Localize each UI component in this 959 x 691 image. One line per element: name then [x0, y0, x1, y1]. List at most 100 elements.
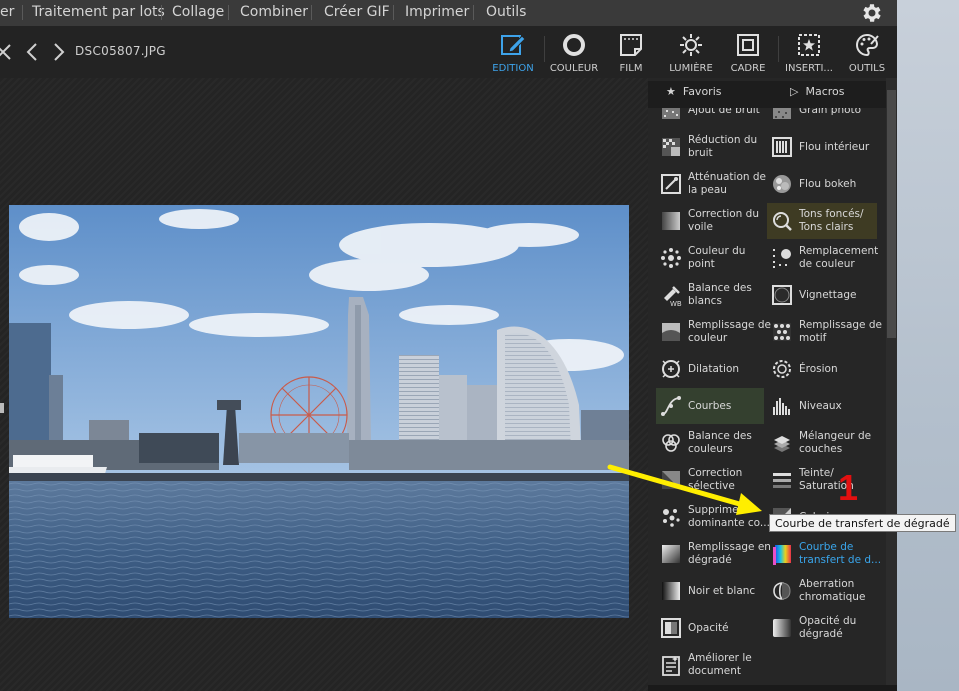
menu-item-print[interactable]: Imprimer: [405, 0, 469, 26]
tab-insertion-label: INSERTI...: [785, 63, 833, 74]
gear-icon[interactable]: [860, 1, 884, 25]
sun-icon: [680, 34, 702, 56]
gradient-opacity-icon: [773, 619, 791, 637]
chevron-right-icon[interactable]: [51, 42, 67, 62]
curves-icon: [661, 396, 681, 416]
effect-label: Mélangeur de couches: [799, 430, 872, 455]
photo-preview: [9, 205, 629, 618]
effect-vignette[interactable]: Vignettage: [767, 277, 877, 313]
effect-channel-mixer[interactable]: Mélangeur de couches: [767, 425, 877, 461]
menu-separator: [393, 5, 394, 20]
effect-dilate[interactable]: Dilatation: [656, 351, 764, 387]
menu-item-combine[interactable]: Combiner: [240, 0, 308, 26]
gradient-fill-icon: [662, 545, 680, 563]
pattern-fill-icon: [773, 323, 791, 341]
menu-item-gif[interactable]: Créer GIF: [324, 0, 390, 26]
menu-item-viewer[interactable]: er: [0, 0, 14, 26]
favorites-label: Favoris: [682, 85, 722, 98]
effect-bokeh[interactable]: Flou bokeh: [767, 166, 877, 202]
canvas-side-handle[interactable]: [0, 403, 4, 413]
effect-label: Balance des couleurs: [688, 430, 752, 455]
effect-color-point[interactable]: Couleur du point: [656, 240, 764, 276]
chevron-left-icon[interactable]: [24, 42, 40, 62]
effect-label: Vignettage: [799, 288, 857, 301]
effect-label: Noir et blanc: [688, 584, 756, 597]
effect-white-balance[interactable]: WB Balance des blancs: [656, 277, 764, 313]
effect-label: Aberration chromatique: [799, 578, 866, 603]
effect-gradient-opacity[interactable]: Opacité du dégradé: [767, 610, 877, 646]
hue-saturation-icon: [773, 473, 791, 488]
toolbar-separator: [544, 36, 545, 62]
effect-inner-blur[interactable]: Flou intérieur: [767, 129, 877, 165]
noise-reduce-icon: [662, 138, 680, 156]
editor-toolbar: DSC05807.JPG EDITION COULEUR FILM LUMIÈR…: [0, 26, 897, 78]
effect-label: Remplissage en dégradé: [688, 541, 771, 566]
tab-couleur[interactable]: COULEUR: [548, 32, 600, 74]
effect-skin-soften[interactable]: Atténuation de la peau: [656, 166, 766, 202]
effect-erode[interactable]: Érosion: [767, 351, 877, 387]
effect-label: Atténuation de la peau: [688, 171, 767, 196]
menu-item-collage[interactable]: Collage: [172, 0, 224, 26]
play-icon: ▷: [790, 85, 799, 98]
menu-separator: [161, 5, 162, 20]
scrollbar-thumb[interactable]: [887, 90, 896, 338]
effect-black-white[interactable]: Noir et blanc: [656, 573, 764, 609]
effect-label: Opacité: [688, 621, 729, 634]
color-fill-icon: [662, 323, 680, 341]
tab-outils-label: OUTILS: [848, 63, 886, 74]
effect-color-balance[interactable]: Balance des couleurs: [656, 425, 764, 461]
vignette-icon: [772, 285, 792, 305]
tab-edition-label: EDITION: [492, 63, 534, 74]
chromatic-aberration-icon: [773, 582, 791, 600]
effect-gradient-fill[interactable]: Remplissage en dégradé: [656, 536, 771, 572]
color-ring-icon: [563, 34, 585, 56]
effect-levels[interactable]: Niveaux: [767, 388, 877, 424]
white-balance-icon: WB: [664, 286, 682, 306]
effect-label: Flou bokeh: [799, 177, 857, 190]
menu-separator: [473, 5, 474, 20]
erode-icon: [773, 360, 791, 378]
effect-pattern-fill[interactable]: Remplissage de motif: [767, 314, 882, 350]
effect-color-replace[interactable]: Remplacement de couleur: [767, 240, 878, 276]
effect-hue-saturation[interactable]: Teinte/ Saturation: [767, 462, 877, 498]
effect-chromatic-aberration[interactable]: Aberration chromatique: [767, 573, 877, 609]
star-icon: ★: [666, 85, 676, 98]
effect-label: Flou intérieur: [799, 140, 870, 153]
effect-dehaze[interactable]: Correction du voile: [656, 203, 764, 239]
effect-noise-reduce[interactable]: Réduction du bruit: [656, 129, 764, 165]
macros-label: Macros: [805, 85, 845, 98]
tab-edition[interactable]: EDITION: [486, 32, 540, 74]
panel-header: ★ Favoris ▷ Macros: [648, 81, 886, 108]
effect-opacity[interactable]: Opacité: [656, 610, 764, 646]
svg-text:WB: WB: [670, 300, 682, 306]
tab-lumiere[interactable]: LUMIÈRE: [664, 32, 718, 74]
effect-shadows-highlights[interactable]: Tons foncés/ Tons clairs: [767, 203, 877, 239]
photo-editor-window: er Traitement par lots Collage Combiner …: [0, 0, 897, 691]
insert-star-icon: [798, 34, 820, 56]
panel-scrollbar[interactable]: [886, 78, 897, 691]
film-icon: [620, 34, 642, 56]
document-enhance-icon: [662, 656, 680, 676]
tab-insertion[interactable]: INSERTI...: [782, 32, 836, 74]
effect-curves[interactable]: Courbes: [656, 388, 764, 424]
effect-label: Opacité du dégradé: [799, 615, 857, 640]
macros-tab[interactable]: ▷ Macros: [790, 85, 845, 98]
tab-outils[interactable]: OUTILS: [842, 32, 892, 74]
effect-label: Niveaux: [799, 399, 842, 412]
dehaze-icon: [662, 212, 680, 230]
effect-color-fill[interactable]: Remplissage de couleur: [656, 314, 771, 350]
effect-document-enhance[interactable]: Améliorer le document: [656, 647, 764, 683]
close-icon[interactable]: [0, 41, 12, 63]
effect-gradient-map[interactable]: Courbe de transfert de d...: [767, 536, 881, 572]
menu-item-tools[interactable]: Outils: [486, 0, 526, 26]
effect-label: Correction du voile: [688, 208, 759, 233]
effect-label: Dilatation: [688, 362, 740, 375]
black-white-icon: [662, 582, 680, 600]
tab-cadre[interactable]: CADRE: [724, 32, 772, 74]
inner-blur-icon: [772, 137, 792, 157]
bokeh-icon: [773, 175, 791, 193]
color-replace-icon: [773, 249, 791, 268]
tab-film[interactable]: FILM: [606, 32, 656, 74]
menu-item-batch[interactable]: Traitement par lots: [32, 0, 165, 26]
favorites-tab[interactable]: ★ Favoris: [666, 85, 721, 98]
